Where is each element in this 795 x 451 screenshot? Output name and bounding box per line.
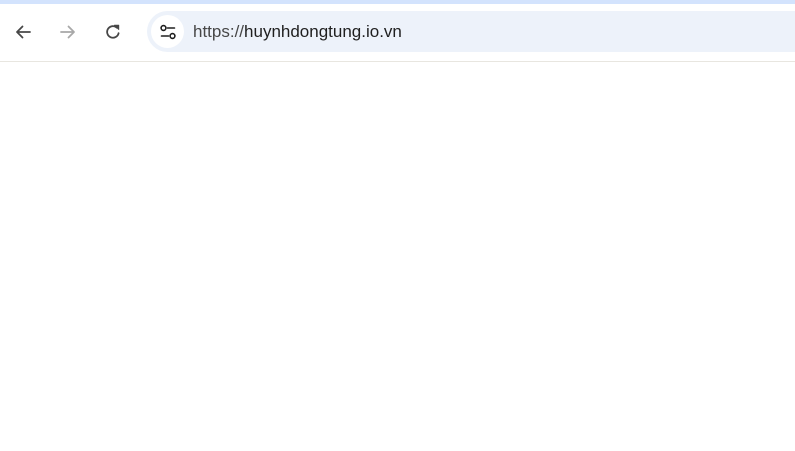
reload-button[interactable] — [95, 14, 131, 50]
arrow-left-icon — [16, 25, 31, 39]
url-scheme: https:// — [193, 22, 245, 41]
tune-icon — [159, 24, 176, 39]
site-info-button[interactable] — [151, 15, 184, 48]
arrow-right-icon — [60, 25, 75, 39]
url-host: huynhdongtung.io.vn — [244, 22, 402, 41]
back-button[interactable] — [5, 14, 41, 50]
url-text[interactable]: https://huynhdongtung.io.vn — [193, 22, 402, 42]
forward-button[interactable] — [50, 14, 86, 50]
reload-icon — [106, 24, 120, 39]
browser-toolbar: https://huynhdongtung.io.vn — [0, 4, 795, 62]
address-bar[interactable]: https://huynhdongtung.io.vn — [147, 11, 795, 52]
page-viewport — [0, 62, 795, 451]
